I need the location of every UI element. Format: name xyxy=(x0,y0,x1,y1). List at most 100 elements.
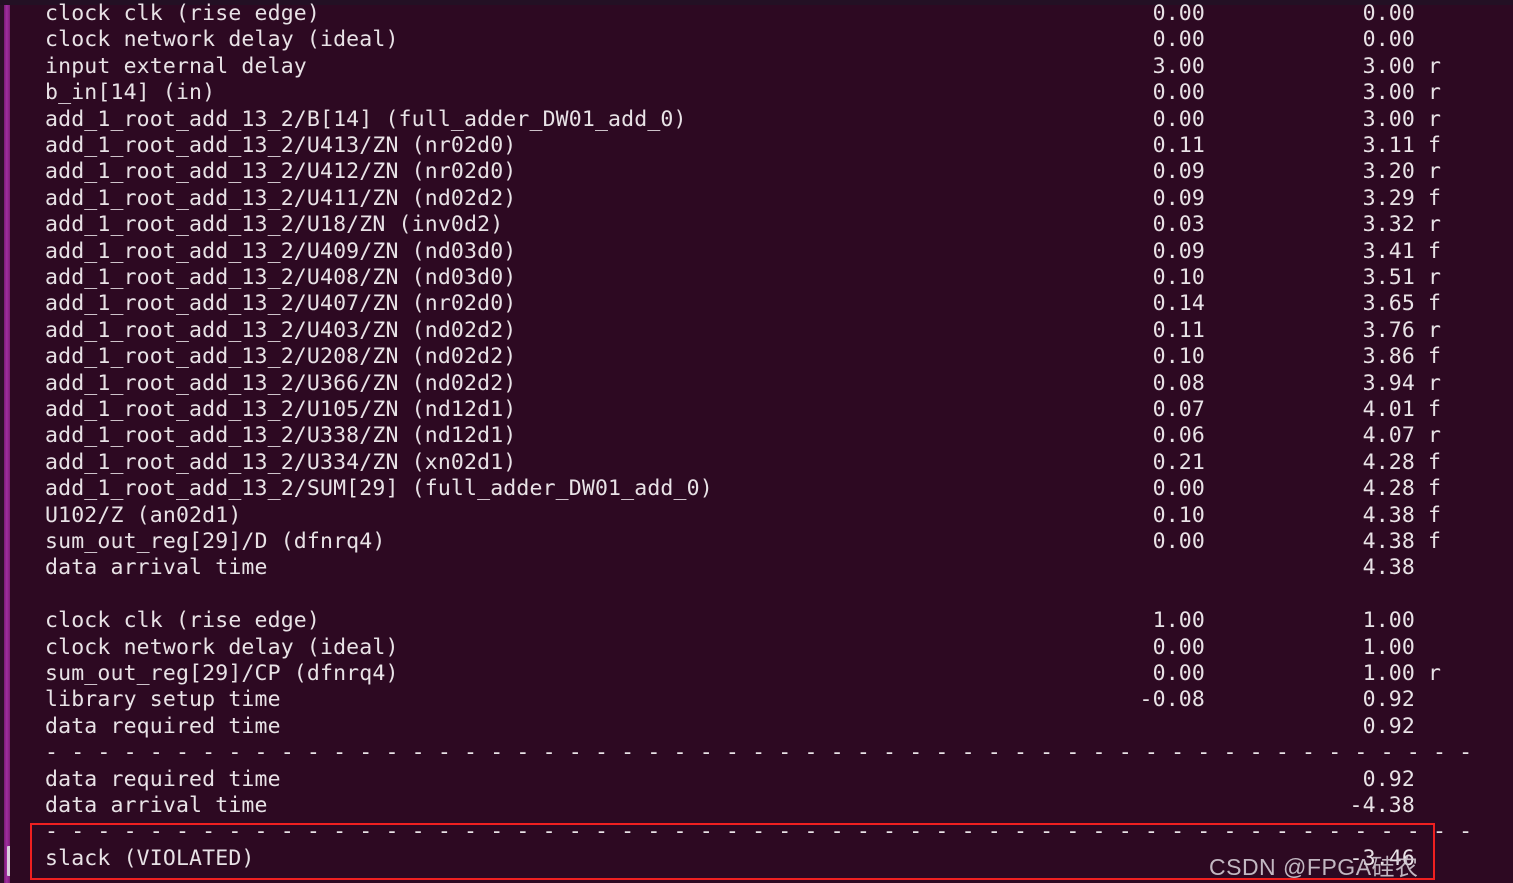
report-line-path: 0.00 xyxy=(1362,1,1415,26)
report-line: clock clk (rise edge) 1.00 1.00 xyxy=(10,608,1513,634)
report-line: data arrival time -4.38 xyxy=(10,793,1513,819)
report-line: add_1_root_add_13_2/B[14] (full_adder_DW… xyxy=(10,107,1513,133)
report-line: data required time 0.92 xyxy=(10,714,1513,740)
report-line: add_1_root_add_13_2/U338/ZN (nd12d1) 0.06… xyxy=(10,423,1513,449)
report-line-label: add_1_root_add_13_2/U366/ZN (nd02d2) xyxy=(45,370,517,396)
report-line-path: 3.00 xyxy=(1362,53,1415,79)
report-line-label: slack (VIOLATED) xyxy=(45,845,255,871)
report-line-path: 4.38 xyxy=(1362,529,1415,554)
report-line: add_1_root_add_13_2/U208/ZN (nd02d2) 0.10… xyxy=(10,344,1513,370)
report-line-label: add_1_root_add_13_2/U411/ZN (nd02d2) xyxy=(45,185,517,211)
report-line-edge: f xyxy=(1428,133,1442,158)
report-line-incr: 0.09 xyxy=(1152,159,1205,185)
report-line-label: clock clk (rise edge) xyxy=(45,1,320,26)
report-line-incr: 3.00 xyxy=(1152,53,1205,79)
report-line-path: 4.38 xyxy=(1362,555,1415,581)
report-line-incr: 0.11 xyxy=(1152,133,1205,158)
report-line-label: add_1_root_add_13_2/U208/ZN (nd02d2) xyxy=(45,344,517,370)
report-line: add_1_root_add_13_2/SUM[29] (full_adder_… xyxy=(10,476,1513,502)
separator-rule: - - - - - - - - - - - - - - - - - - - - … xyxy=(45,819,1473,845)
report-line-edge: r xyxy=(1428,317,1442,343)
report-line-path: 0.00 xyxy=(1362,27,1415,53)
report-line-path: 3.76 xyxy=(1362,317,1415,343)
report-line-label: sum_out_reg[29]/D (dfnrq4) xyxy=(45,529,386,554)
report-line: library setup time -0.08 0.92 xyxy=(10,687,1513,713)
report-line-label: library setup time xyxy=(45,687,281,713)
report-line-incr: 0.21 xyxy=(1152,449,1205,475)
report-line-incr: 0.00 xyxy=(1152,529,1205,554)
report-line-path: 3.00 xyxy=(1362,80,1415,106)
report-line-path: 3.94 xyxy=(1362,370,1415,396)
report-line-incr: 0.00 xyxy=(1152,661,1205,686)
report-line-incr: 0.00 xyxy=(1152,80,1205,106)
report-line-edge: r xyxy=(1428,661,1442,686)
report-line-path: 4.38 xyxy=(1362,502,1415,528)
report-line-edge: f xyxy=(1428,238,1442,264)
report-line-edge: r xyxy=(1428,53,1442,79)
report-line: sum_out_reg[29]/CP (dfnrq4) 0.00 1.00 r xyxy=(10,661,1513,687)
report-line-incr: 0.00 xyxy=(1152,27,1205,53)
report-line-path: 3.86 xyxy=(1362,344,1415,370)
report-line-label: add_1_root_add_13_2/SUM[29] (full_adder_… xyxy=(45,476,713,502)
report-line: clock network delay (ideal) 0.00 0.00 xyxy=(10,27,1513,53)
report-line-label: sum_out_reg[29]/CP (dfnrq4) xyxy=(45,661,399,686)
report-line-incr: 0.03 xyxy=(1152,212,1205,238)
report-line-edge: f xyxy=(1428,449,1442,475)
report-line-label: add_1_root_add_13_2/U105/ZN (nd12d1) xyxy=(45,397,517,422)
report-line: sum_out_reg[29]/D (dfnrq4) 0.00 4.38 f xyxy=(10,529,1513,555)
report-line-edge: r xyxy=(1428,212,1442,238)
report-line-edge: r xyxy=(1428,423,1442,449)
report-line: add_1_root_add_13_2/U407/ZN (nr02d0) 0.14… xyxy=(10,291,1513,317)
report-line-edge: f xyxy=(1428,476,1442,502)
report-line-incr: 0.09 xyxy=(1152,185,1205,211)
report-line-incr: 0.10 xyxy=(1152,502,1205,528)
report-line-path: 1.00 xyxy=(1362,634,1415,660)
report-line-path: 3.00 xyxy=(1362,106,1415,132)
report-line-label: U102/Z (an02d1) xyxy=(45,502,242,528)
report-line-label: data required time xyxy=(45,766,281,792)
report-line-label: clock network delay (ideal) xyxy=(45,27,399,53)
report-line-path: 4.01 xyxy=(1362,397,1415,422)
report-line-path: 4.07 xyxy=(1362,423,1415,449)
report-line-path: 3.51 xyxy=(1362,265,1415,290)
report-line-path: 4.28 xyxy=(1362,476,1415,502)
report-line-edge: r xyxy=(1428,80,1442,106)
report-line-incr: 0.10 xyxy=(1152,265,1205,290)
report-line-incr: -0.08 xyxy=(1139,687,1205,713)
report-line-label: add_1_root_add_13_2/U18/ZN (inv0d2) xyxy=(45,212,504,238)
report-line-path: 3.20 xyxy=(1362,159,1415,185)
report-line-incr: 0.08 xyxy=(1152,370,1205,396)
report-line: clock network delay (ideal) 0.00 1.00 xyxy=(10,635,1513,661)
report-line-edge: f xyxy=(1428,397,1442,422)
report-line-label: add_1_root_add_13_2/U403/ZN (nd02d2) xyxy=(45,317,517,343)
report-line-incr: 0.00 xyxy=(1152,634,1205,660)
report-line-path: 1.00 xyxy=(1362,661,1415,686)
report-line: U102/Z (an02d1) 0.10 4.38 f xyxy=(10,503,1513,529)
report-line-path: -4.38 xyxy=(1349,793,1415,818)
report-line xyxy=(10,582,1513,608)
report-line: add_1_root_add_13_2/U366/ZN (nd02d2) 0.08… xyxy=(10,371,1513,397)
report-line-edge: f xyxy=(1428,344,1442,370)
report-line-path: 3.29 xyxy=(1362,185,1415,211)
report-line: add_1_root_add_13_2/U411/ZN (nd02d2) 0.09… xyxy=(10,186,1513,212)
report-line-label: data arrival time xyxy=(45,555,268,581)
report-line-edge: f xyxy=(1428,291,1442,317)
report-line-path: 3.32 xyxy=(1362,212,1415,238)
report-line-incr: 0.00 xyxy=(1152,1,1205,26)
terminal-window: clock clk (rise edge) 0.00 0.00 clock netwo… xyxy=(0,0,1513,883)
report-line: add_1_root_add_13_2/U413/ZN (nr02d0) 0.11… xyxy=(10,133,1513,159)
report-line: clock clk (rise edge) 0.00 0.00 xyxy=(10,1,1513,27)
report-line-incr: 0.09 xyxy=(1152,238,1205,264)
report-line-incr: 0.11 xyxy=(1152,317,1205,343)
report-line: add_1_root_add_13_2/U403/ZN (nd02d2) 0.11… xyxy=(10,318,1513,344)
report-line: - - - - - - - - - - - - - - - - - - - - … xyxy=(10,740,1513,766)
report-line-path: 4.28 xyxy=(1362,449,1415,475)
report-line-label: add_1_root_add_13_2/U412/ZN (nr02d0) xyxy=(45,159,517,185)
report-line-incr: 1.00 xyxy=(1152,608,1205,634)
report-line-incr: 0.00 xyxy=(1152,476,1205,502)
report-line-path: 3.41 xyxy=(1362,238,1415,264)
report-line-label: add_1_root_add_13_2/U338/ZN (nd12d1) xyxy=(45,423,517,449)
report-line-incr: 0.00 xyxy=(1152,106,1205,132)
report-line-edge: f xyxy=(1428,502,1442,528)
report-line-incr: 0.10 xyxy=(1152,344,1205,370)
